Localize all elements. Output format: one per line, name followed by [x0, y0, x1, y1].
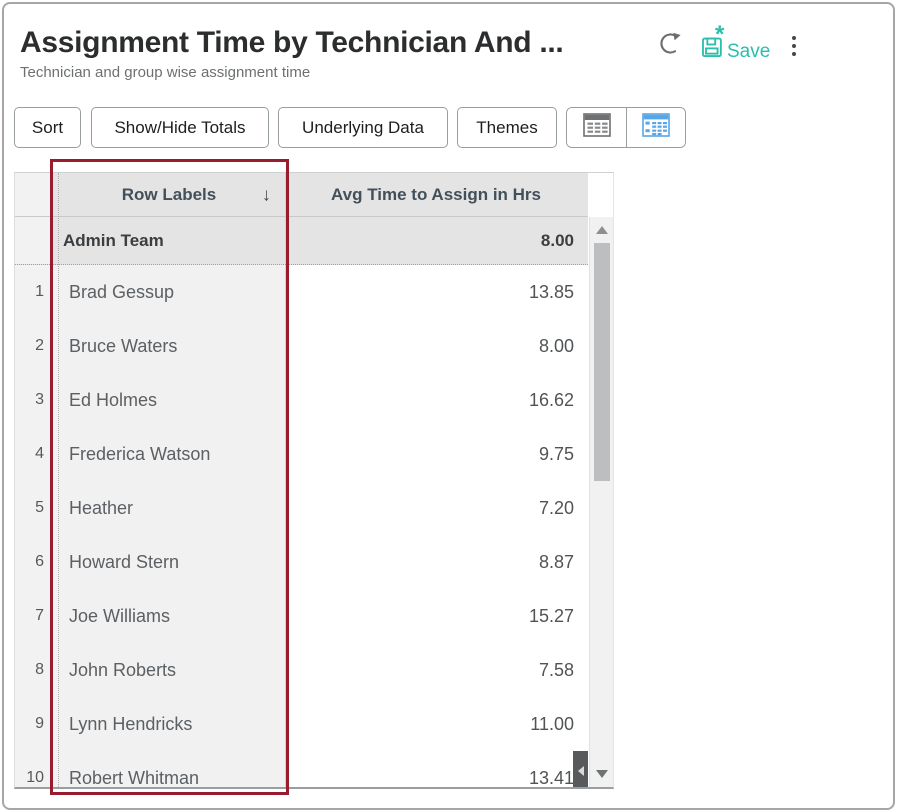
kebab-menu-button[interactable]	[786, 32, 802, 60]
table-view-button[interactable]	[567, 108, 626, 147]
pivot-table: Row Labels ↓ Avg Time to Assign in Hrs A…	[14, 172, 614, 789]
vertical-scrollbar[interactable]	[589, 217, 613, 787]
triangle-left-icon	[577, 765, 584, 776]
underlying-data-button[interactable]: Underlying Data	[278, 107, 448, 148]
avg-time-value-cell[interactable]: 13.85	[286, 265, 586, 319]
save-button[interactable]: * Save	[701, 21, 771, 63]
technician-label-cell[interactable]: Robert Whitman	[53, 751, 286, 787]
technician-label-cell[interactable]: Brad Gessup	[53, 265, 286, 319]
technician-label-cell[interactable]: Ed Holmes	[53, 373, 286, 427]
toolbar: Sort Show/Hide Totals Underlying Data Th…	[14, 107, 686, 148]
row-number-cell: 3	[15, 373, 53, 427]
table-row: 3 Ed Holmes 16.62	[15, 373, 588, 427]
technician-label-cell[interactable]: Bruce Waters	[53, 319, 286, 373]
table-header-row: Row Labels ↓ Avg Time to Assign in Hrs	[15, 173, 588, 217]
view-switcher	[566, 107, 686, 148]
pivot-view-icon	[640, 112, 672, 143]
avg-time-value-cell[interactable]: 8.00	[286, 319, 586, 373]
group-value-cell[interactable]: 8.00	[286, 217, 586, 264]
table-row: 9 Lynn Hendricks 11.00	[15, 697, 588, 751]
save-label: Save	[727, 41, 771, 62]
page-subtitle: Technician and group wise assignment tim…	[20, 64, 311, 81]
row-number-cell: 4	[15, 427, 53, 481]
avg-time-value-cell[interactable]: 7.20	[286, 481, 586, 535]
row-number-header-cell	[15, 173, 53, 216]
sort-descending-icon[interactable]: ↓	[262, 184, 271, 205]
table-rows: 1 Brad Gessup 13.85 2 Bruce Waters 8.00 3 Ed Ho…	[15, 265, 613, 787]
row-number-cell	[15, 217, 53, 264]
row-number-cell: 10	[15, 751, 53, 787]
refresh-button[interactable]	[655, 31, 685, 61]
avg-time-value-cell[interactable]: 13.41	[286, 751, 586, 787]
scrollbar-thumb[interactable]	[594, 243, 610, 481]
row-number-cell: 2	[15, 319, 53, 373]
avg-time-value-cell[interactable]: 8.87	[286, 535, 586, 589]
technician-label-cell[interactable]: Lynn Hendricks	[53, 697, 286, 751]
group-label-cell[interactable]: Admin Team	[53, 217, 286, 264]
table-row: 2 Bruce Waters 8.00	[15, 319, 588, 373]
avg-time-value-cell[interactable]: 7.58	[286, 643, 586, 697]
avg-time-value-cell[interactable]: 9.75	[286, 427, 586, 481]
avg-time-value-cell[interactable]: 16.62	[286, 373, 586, 427]
sort-button[interactable]: Sort	[14, 107, 81, 148]
group-total-row: Admin Team 8.00	[15, 217, 588, 265]
technician-label-cell[interactable]: Frederica Watson	[53, 427, 286, 481]
row-number-cell: 6	[15, 535, 53, 589]
technician-label-cell[interactable]: Heather	[53, 481, 286, 535]
scroll-down-icon[interactable]	[595, 770, 608, 778]
pivot-view-button[interactable]	[626, 108, 685, 147]
row-number-cell: 9	[15, 697, 53, 751]
table-view-icon	[581, 112, 613, 143]
row-number-cell: 1	[15, 265, 53, 319]
header-actions: * Save	[655, 21, 802, 63]
report-page: Assignment Time by Technician And ... Te…	[0, 0, 897, 812]
technician-label-cell[interactable]: John Roberts	[53, 643, 286, 697]
row-number-cell: 8	[15, 643, 53, 697]
row-labels-header-text: Row Labels	[121, 184, 217, 204]
table-row: 10 Robert Whitman 13.41	[15, 751, 588, 787]
avg-time-value-cell[interactable]: 15.27	[286, 589, 586, 643]
scroll-up-icon[interactable]	[595, 226, 608, 234]
horizontal-scroll-left-button[interactable]	[573, 751, 588, 787]
table-row: 6 Howard Stern 8.87	[15, 535, 588, 589]
technician-label-cell[interactable]: Howard Stern	[53, 535, 286, 589]
table-row: 8 John Roberts 7.58	[15, 643, 588, 697]
show-hide-totals-button[interactable]: Show/Hide Totals	[91, 107, 269, 148]
avg-time-value-cell[interactable]: 11.00	[286, 697, 586, 751]
column-guide-dotted-line	[58, 173, 59, 787]
technician-label-cell[interactable]: Joe Williams	[53, 589, 286, 643]
table-row: 7 Joe Williams 15.27	[15, 589, 588, 643]
refresh-icon	[657, 30, 684, 62]
unsaved-asterisk-icon: *	[715, 21, 725, 48]
themes-button[interactable]: Themes	[457, 107, 557, 148]
table-row: 1 Brad Gessup 13.85	[15, 265, 588, 319]
kebab-dot	[792, 35, 797, 40]
kebab-dot	[792, 43, 797, 48]
table-row: 4 Frederica Watson 9.75	[15, 427, 588, 481]
kebab-dot	[792, 51, 797, 56]
table-row: 5 Heather 7.20	[15, 481, 588, 535]
row-number-cell: 7	[15, 589, 53, 643]
row-labels-header[interactable]: Row Labels ↓	[53, 173, 286, 216]
row-number-cell: 5	[15, 481, 53, 535]
page-title: Assignment Time by Technician And ...	[20, 26, 564, 59]
value-header-text: Avg Time to Assign in Hrs	[330, 184, 542, 204]
value-column-header[interactable]: Avg Time to Assign in Hrs	[286, 173, 586, 216]
